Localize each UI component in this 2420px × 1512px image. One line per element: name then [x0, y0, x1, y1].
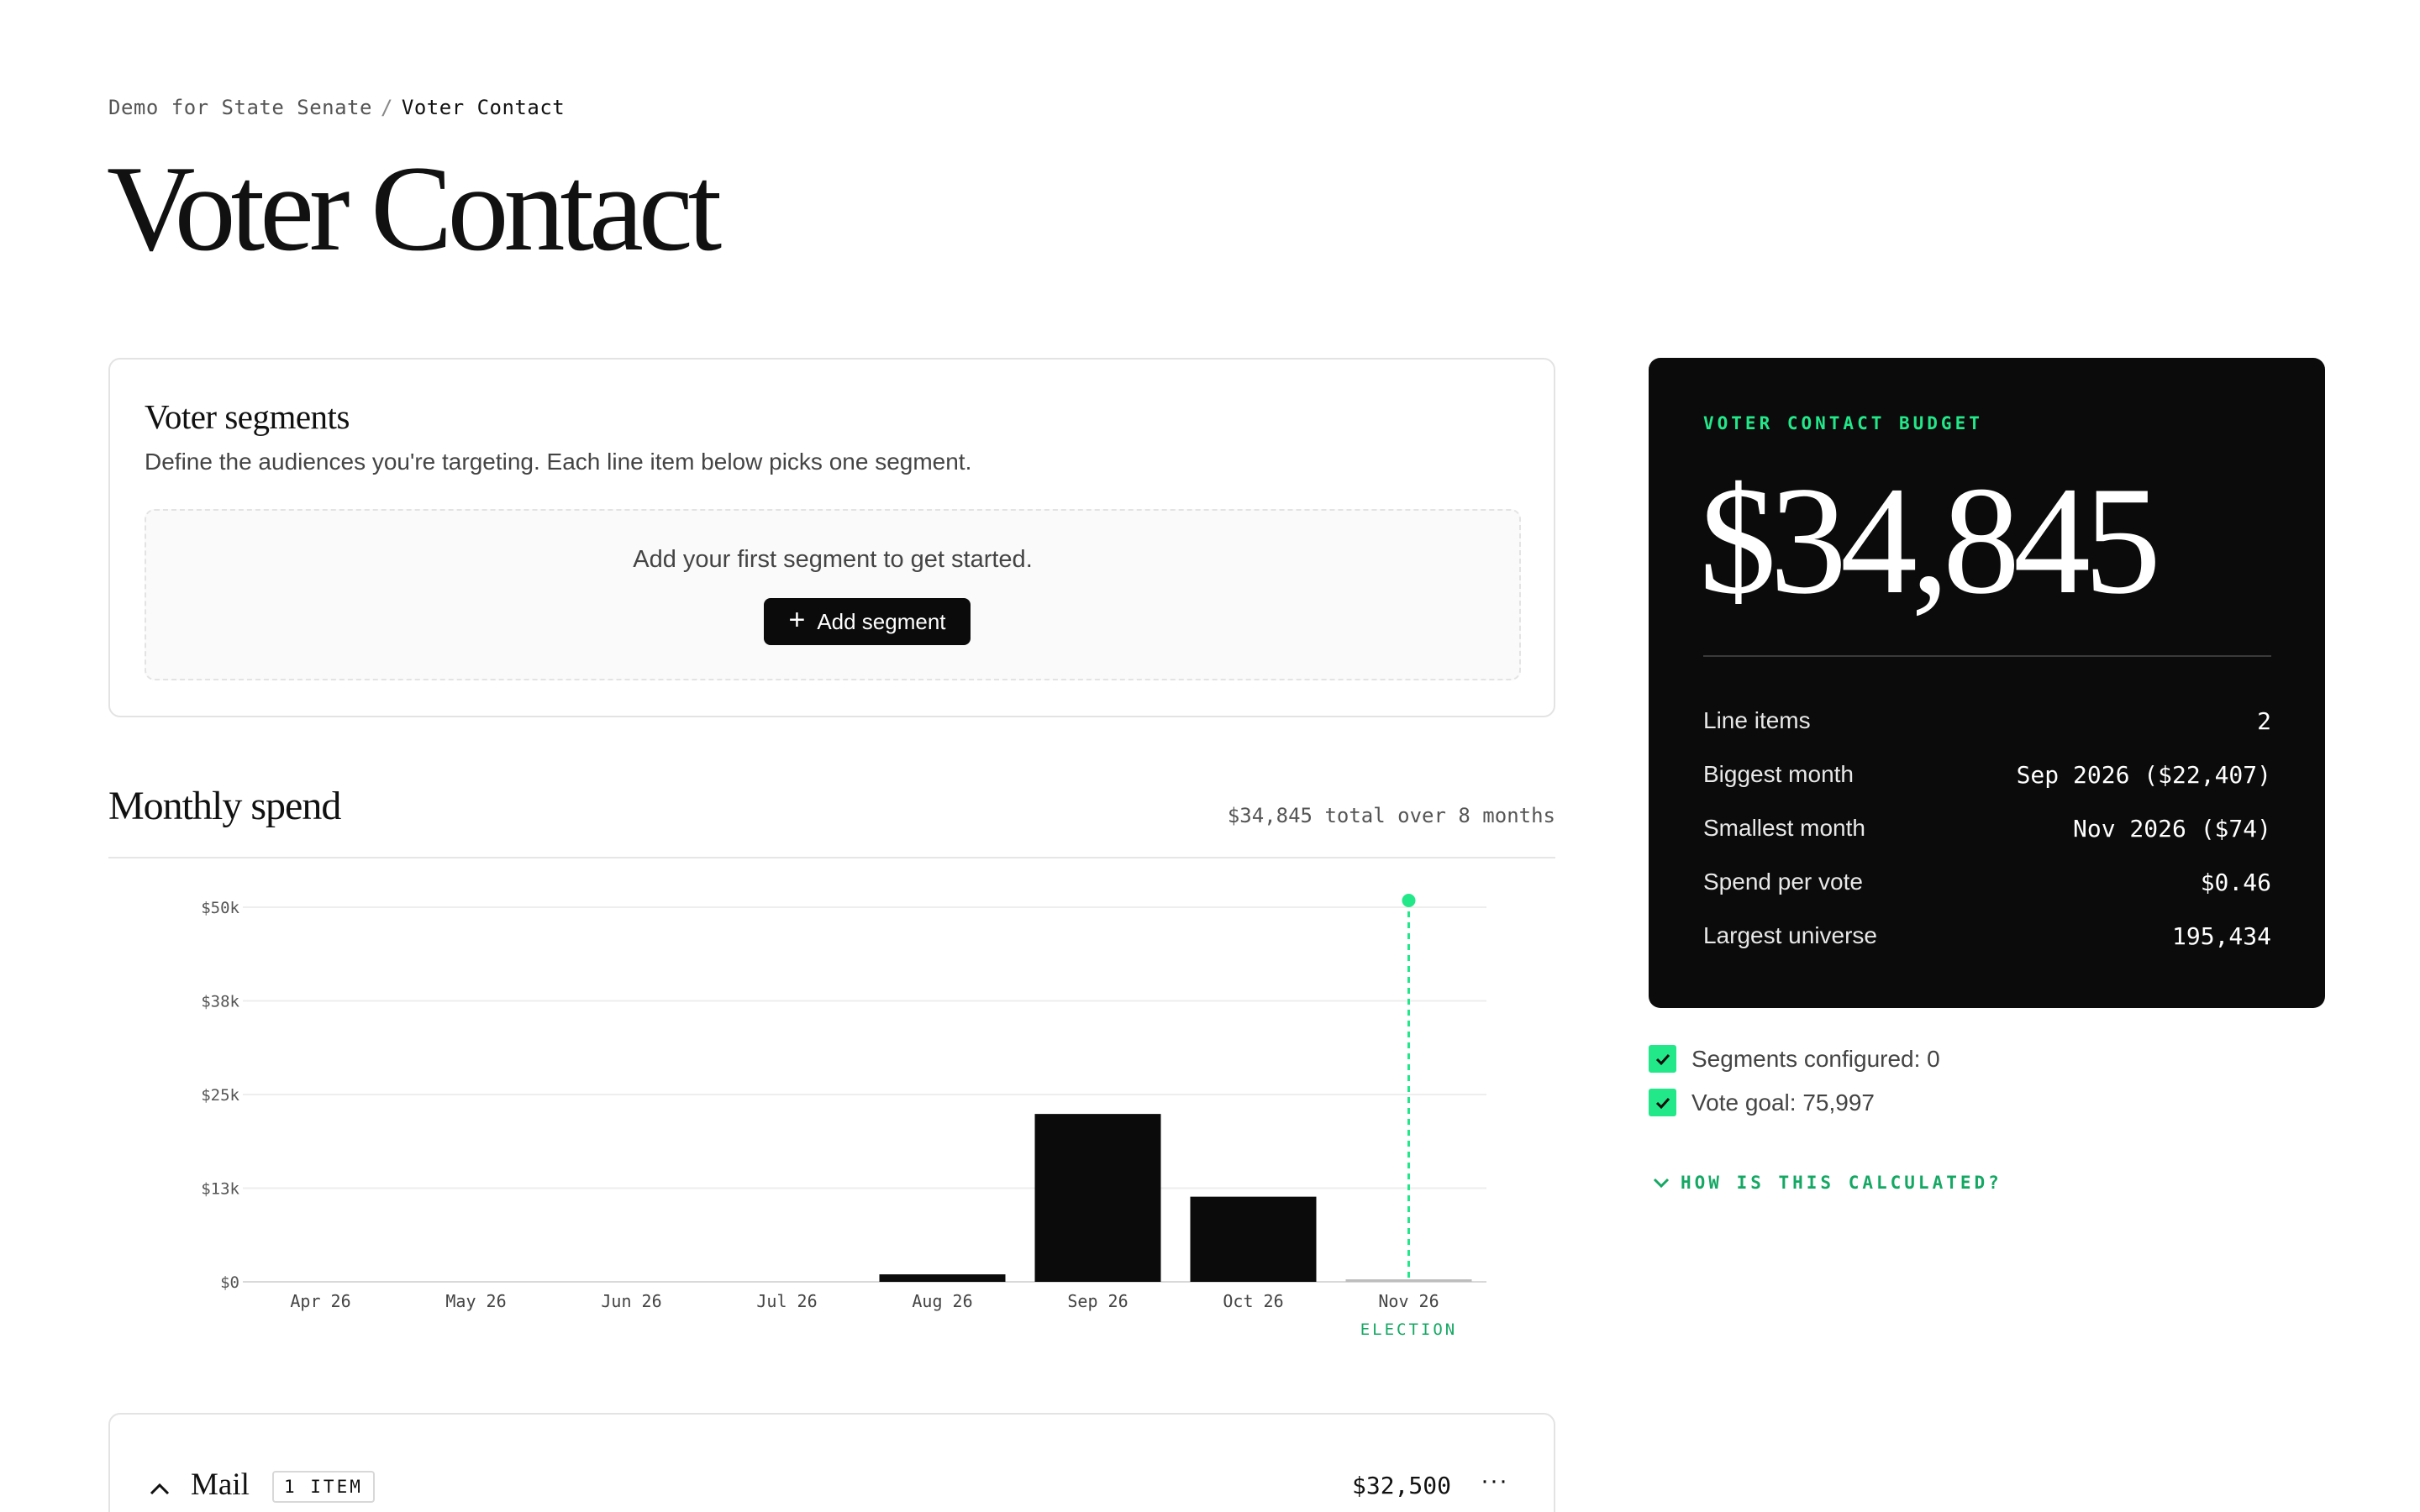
monthly-spend-chart: $0 $13k $25k $38k $50k Apr 26 May 26 Jun 26 Jul … [201, 894, 1486, 1339]
x-tick-label: Apr 26 [290, 1291, 350, 1311]
page: Demo for State Senate / Voter Contact Vo… [0, 0, 2420, 1512]
bar [1034, 1114, 1161, 1282]
y-tick-label: $25k [201, 1086, 239, 1105]
checklist-item-vote-goal: Vote goal: 75,997 [1649, 1089, 1875, 1116]
x-tick-label: Jul 26 [756, 1291, 817, 1311]
checklist-label: Vote goal: 75,997 [1691, 1089, 1875, 1116]
mail-line-item-card: Mail 1 ITEM $32,500 ··· [108, 1413, 1555, 1512]
checklist-item-segments: Segments configured: 0 [1649, 1045, 1940, 1073]
bar [879, 1274, 1006, 1282]
add-segment-label: Add segment [817, 608, 946, 634]
more-icon[interactable]: ··· [1481, 1467, 1508, 1495]
election-marker-dot [1402, 894, 1416, 907]
check-icon [1649, 1045, 1676, 1073]
stat-value: 2 [2257, 706, 2271, 735]
x-tick-label: Jun 26 [601, 1291, 661, 1311]
bar [1190, 1196, 1317, 1282]
x-tick-label: Oct 26 [1223, 1291, 1283, 1311]
item-count-badge: 1 ITEM [272, 1471, 375, 1503]
budget-eyebrow: VOTER CONTACT BUDGET [1703, 413, 1983, 433]
breadcrumb: Demo for State Senate / Voter Contact [108, 96, 565, 119]
stat-label: Smallest month [1703, 815, 1865, 841]
breadcrumb-parent[interactable]: Demo for State Senate [108, 96, 372, 119]
segments-empty-state: Add your first segment to get started. +… [145, 509, 1521, 680]
x-tick-label: Aug 26 [912, 1291, 972, 1311]
stat-line-items: Line items 2 [1703, 704, 2271, 738]
plus-icon: + [788, 604, 806, 636]
y-tick-label: $13k [201, 1180, 239, 1199]
voter-contact-budget-card: VOTER CONTACT BUDGET $34,845 Line items … [1649, 358, 2325, 1008]
stat-value: Sep 2026 ($22,407) [2016, 760, 2271, 789]
chevron-down-icon [1653, 1178, 1670, 1189]
breadcrumb-separator: / [380, 96, 393, 119]
mail-amount: $32,500 [1351, 1472, 1451, 1499]
add-segment-button[interactable]: + Add segment [764, 598, 971, 645]
election-label: ELECTION [1360, 1320, 1458, 1339]
stat-value: 195,434 [2171, 921, 2271, 950]
x-tick-label: Nov 26 [1378, 1291, 1439, 1311]
y-tick-label: $38k [201, 993, 239, 1011]
how-calculated-link[interactable]: HOW IS THIS CALCULATED? [1652, 1173, 2002, 1193]
segments-title: Voter segments [145, 397, 350, 436]
y-tick-label: $0 [220, 1273, 239, 1292]
stat-smallest-month: Smallest month Nov 2026 ($74) [1703, 811, 2271, 845]
monthly-spend-summary: $34,845 total over 8 months [1227, 804, 1555, 827]
segments-description: Define the audiences you're targeting. E… [145, 449, 972, 475]
budget-total: $34,845 [1699, 454, 2161, 626]
divider [1703, 655, 2271, 657]
voter-segments-card: Voter segments Define the audiences you'… [108, 358, 1555, 717]
chevron-up-icon[interactable] [148, 1480, 171, 1497]
stat-label: Spend per vote [1703, 869, 1863, 895]
mail-label: Mail [191, 1467, 250, 1502]
stat-label: Line items [1703, 707, 1811, 733]
stat-label: Biggest month [1703, 761, 1854, 787]
y-tick-label: $50k [201, 899, 239, 917]
check-icon [1649, 1089, 1676, 1116]
bar [1345, 1279, 1472, 1282]
stat-spend-per-vote: Spend per vote $0.46 [1703, 865, 2271, 899]
stat-label: Largest universe [1703, 922, 1878, 948]
monthly-spend-title: Monthly spend [108, 784, 341, 828]
page-title: Voter Contact [107, 140, 722, 276]
divider [108, 857, 1555, 858]
stat-biggest-month: Biggest month Sep 2026 ($22,407) [1703, 758, 2271, 791]
x-tick-label: May 26 [445, 1291, 506, 1311]
how-calculated-label: HOW IS THIS CALCULATED? [1681, 1173, 2002, 1193]
checklist-label: Segments configured: 0 [1691, 1045, 1940, 1072]
x-tick-label: Sep 26 [1067, 1291, 1128, 1311]
stat-value: Nov 2026 ($74) [2072, 814, 2271, 843]
stat-largest-universe: Largest universe 195,434 [1703, 919, 2271, 953]
segments-empty-text: Add your first segment to get started. [633, 546, 1033, 573]
breadcrumb-current: Voter Contact [401, 96, 566, 119]
stat-value: $0.46 [2200, 868, 2271, 896]
